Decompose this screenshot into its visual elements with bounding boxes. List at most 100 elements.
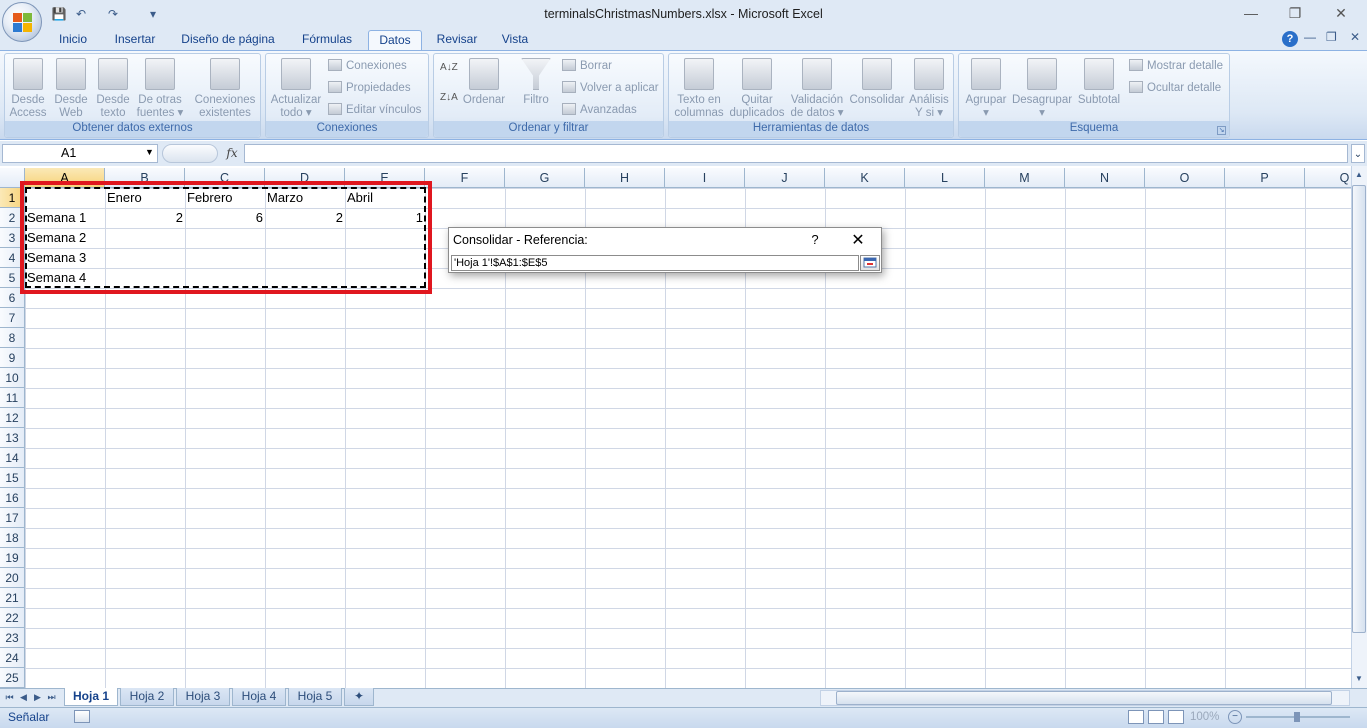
expand-formula-bar-icon[interactable]: ⌄	[1351, 144, 1365, 163]
desde-web-button[interactable]: Desde Web	[51, 58, 91, 120]
normal-view-icon[interactable]	[1128, 710, 1144, 724]
desde-access-button[interactable]: Desde Access	[8, 58, 48, 120]
tab-insertar[interactable]: Insertar	[106, 30, 164, 50]
propiedades-button[interactable]: Propiedades	[328, 78, 411, 98]
ordenar-button[interactable]: Ordenar	[460, 58, 508, 107]
page-break-view-icon[interactable]	[1168, 710, 1184, 724]
expand-dialog-button[interactable]	[860, 255, 880, 271]
customize-qat-icon[interactable]: ▾	[144, 5, 162, 23]
column-header-l[interactable]: L	[905, 168, 985, 188]
column-header-g[interactable]: G	[505, 168, 585, 188]
workbook-close-icon[interactable]: ✕	[1350, 30, 1360, 44]
tab-formulas[interactable]: Fórmulas	[292, 30, 362, 50]
sheet-tab-hoja-5[interactable]: Hoja 5	[288, 688, 342, 706]
row-header-10[interactable]: 10	[0, 368, 25, 388]
prev-sheet-icon[interactable]: ◀	[18, 690, 29, 705]
dialog-close-button[interactable]: ✕	[847, 230, 869, 250]
de-otras-fuentes-button[interactable]: De otras fuentes ▾	[133, 58, 187, 120]
column-header-i[interactable]: I	[665, 168, 745, 188]
column-header-f[interactable]: F	[425, 168, 505, 188]
formula-input[interactable]	[244, 144, 1348, 163]
row-header-14[interactable]: 14	[0, 448, 25, 468]
texto-en-columnas-button[interactable]: Texto en columnas	[671, 58, 727, 120]
row-header-22[interactable]: 22	[0, 608, 25, 628]
row-header-13[interactable]: 13	[0, 428, 25, 448]
undo-icon[interactable]: ↶	[72, 5, 90, 23]
filtro-button[interactable]: Filtro	[514, 58, 558, 107]
column-header-o[interactable]: O	[1145, 168, 1225, 188]
column-header-p[interactable]: P	[1225, 168, 1305, 188]
column-header-j[interactable]: J	[745, 168, 825, 188]
dialog-launcher-icon[interactable]: ↘	[1217, 126, 1226, 135]
first-sheet-icon[interactable]: ⏮	[4, 690, 15, 705]
ribbon-minimize-icon[interactable]: —	[1304, 30, 1316, 44]
validacion-de-datos-button[interactable]: Validación de datos ▾	[787, 58, 847, 120]
scroll-up-icon[interactable]: ▲	[1352, 168, 1366, 182]
redo-icon[interactable]: ↷	[104, 5, 122, 23]
tab-inicio[interactable]: Inicio	[50, 30, 96, 50]
column-header-n[interactable]: N	[1065, 168, 1145, 188]
next-sheet-icon[interactable]: ▶	[32, 690, 43, 705]
consolidar-button[interactable]: Consolidar	[847, 58, 907, 107]
horizontal-scroll-thumb[interactable]	[836, 691, 1332, 705]
subtotal-button[interactable]: Subtotal	[1073, 58, 1125, 107]
help-icon[interactable]: ?	[1282, 31, 1298, 47]
row-header-21[interactable]: 21	[0, 588, 25, 608]
zoom-slider-thumb[interactable]	[1294, 712, 1300, 722]
row-header-19[interactable]: 19	[0, 548, 25, 568]
tab-revisar[interactable]: Revisar	[430, 30, 484, 50]
row-header-24[interactable]: 24	[0, 648, 25, 668]
close-button[interactable]: ✕	[1318, 0, 1364, 28]
name-box[interactable]: A1	[2, 144, 158, 163]
minimize-button[interactable]: —	[1228, 0, 1274, 28]
agrupar-button[interactable]: Agrupar ▾	[961, 58, 1011, 120]
ribbon-restore-icon[interactable]: ❐	[1326, 30, 1337, 44]
save-icon[interactable]: 💾	[50, 5, 68, 23]
zoom-level[interactable]: 100%	[1190, 709, 1219, 726]
formula-bar-splitter[interactable]	[162, 144, 218, 163]
desagrupar-button[interactable]: Desagrupar ▾	[1011, 58, 1073, 120]
column-header-q[interactable]: Q	[1305, 168, 1351, 188]
conexiones-button[interactable]: Conexiones	[328, 56, 407, 76]
row-header-25[interactable]: 25	[0, 668, 25, 688]
column-header-m[interactable]: M	[985, 168, 1065, 188]
volver-a-aplicar-button[interactable]: Volver a aplicar	[562, 78, 659, 98]
vertical-scroll-thumb[interactable]	[1352, 185, 1366, 633]
row-header-16[interactable]: 16	[0, 488, 25, 508]
row-header-11[interactable]: 11	[0, 388, 25, 408]
dialog-help-button[interactable]: ?	[807, 232, 823, 247]
sort-az-icon[interactable]: A↓Z	[440, 62, 458, 80]
column-header-k[interactable]: K	[825, 168, 905, 188]
sheet-tab-hoja-1[interactable]: Hoja 1	[64, 688, 118, 706]
conexiones-existentes-button[interactable]: Conexiones existentes	[192, 58, 258, 120]
tab-vista[interactable]: Vista	[492, 30, 538, 50]
row-header-18[interactable]: 18	[0, 528, 25, 548]
quitar-duplicados-button[interactable]: Quitar duplicados	[727, 58, 787, 120]
row-header-23[interactable]: 23	[0, 628, 25, 648]
tab-diseno-de-pagina[interactable]: Diseño de página	[174, 30, 282, 50]
tab-datos[interactable]: Datos	[368, 30, 422, 50]
reference-input[interactable]: 'Hoja 1'!$A$1:$E$5	[451, 255, 859, 271]
sheet-tab-hoja-4[interactable]: Hoja 4	[232, 688, 286, 706]
analisis-y-si-button[interactable]: Análisis Y si ▾	[907, 58, 951, 120]
desde-texto-button[interactable]: Desde texto	[93, 58, 133, 120]
row-header-7[interactable]: 7	[0, 308, 25, 328]
last-sheet-icon[interactable]: ⏭	[46, 690, 57, 705]
row-header-12[interactable]: 12	[0, 408, 25, 428]
row-header-15[interactable]: 15	[0, 468, 25, 488]
name-box-dropdown-icon[interactable]: ▼	[145, 147, 154, 157]
row-header-20[interactable]: 20	[0, 568, 25, 588]
ocultar-detalle-button[interactable]: Ocultar detalle	[1129, 78, 1221, 98]
page-layout-view-icon[interactable]	[1148, 710, 1164, 724]
restore-button[interactable]: ❐	[1272, 0, 1318, 28]
row-header-9[interactable]: 9	[0, 348, 25, 368]
borrar-button[interactable]: Borrar	[562, 56, 612, 76]
insert-sheet-icon[interactable]: ✦	[344, 688, 374, 706]
office-button[interactable]	[2, 2, 42, 42]
sheet-tab-hoja-3[interactable]: Hoja 3	[176, 688, 230, 706]
sort-za-icon[interactable]: Z↓A	[440, 92, 458, 110]
column-header-h[interactable]: H	[585, 168, 665, 188]
mostrar-detalle-button[interactable]: Mostrar detalle	[1129, 56, 1223, 76]
zoom-out-icon[interactable]: −	[1228, 710, 1242, 724]
row-header-17[interactable]: 17	[0, 508, 25, 528]
